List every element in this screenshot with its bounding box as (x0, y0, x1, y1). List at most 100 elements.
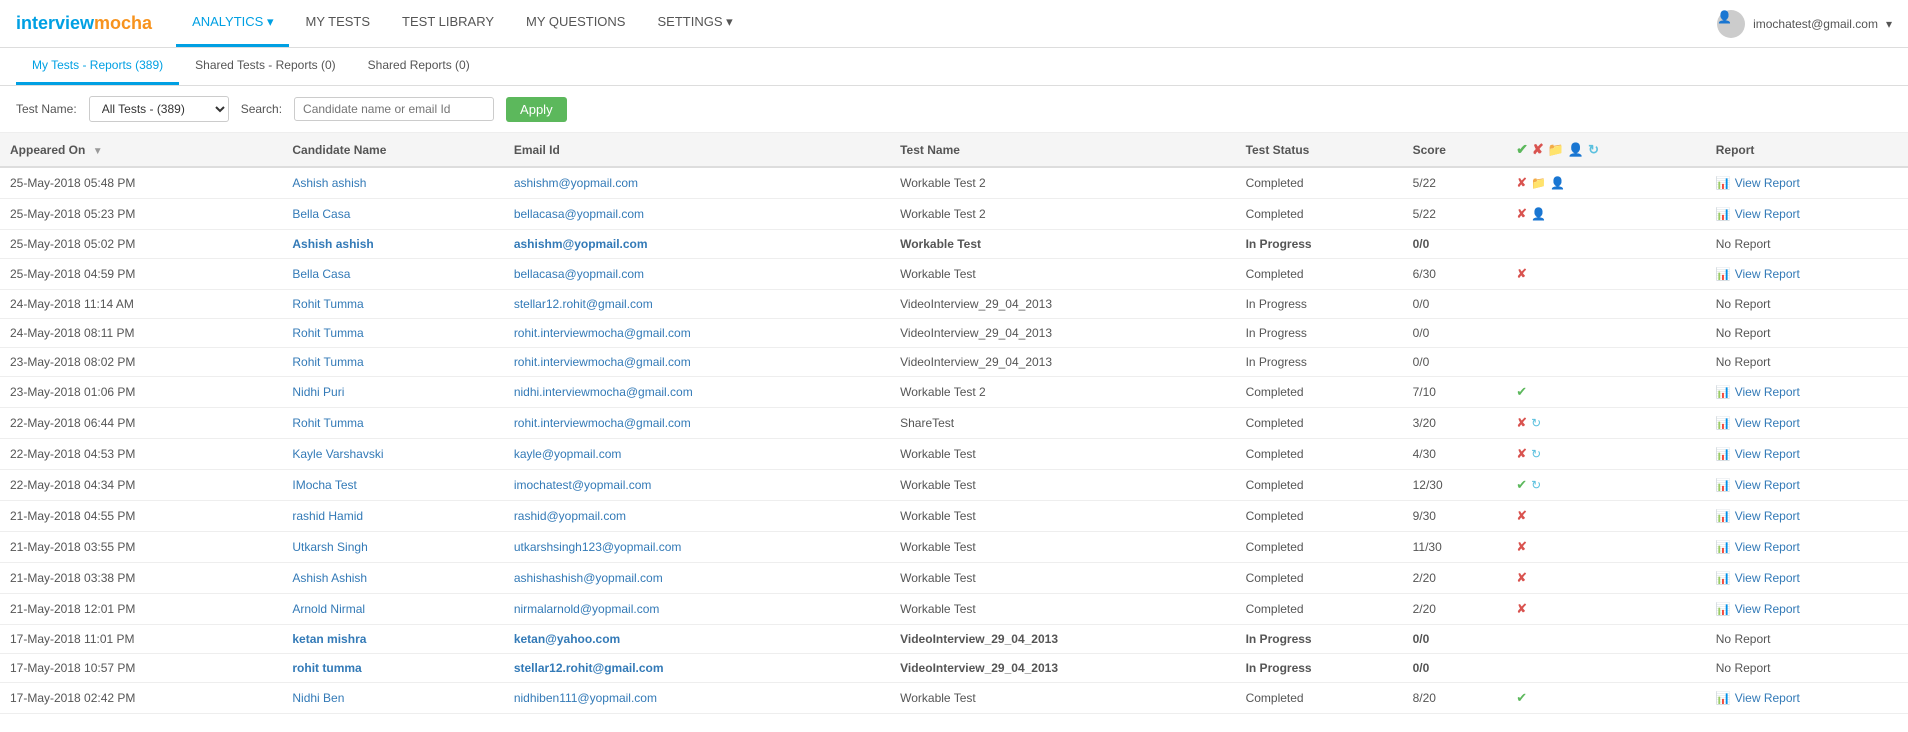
cell-candidate-name[interactable]: Ashish ashish (282, 230, 503, 259)
user-icon[interactable]: 👤 (1531, 207, 1546, 221)
view-report-link[interactable]: 📊 View Report (1716, 602, 1898, 616)
candidate-name-link[interactable]: Ashish ashish (292, 176, 366, 190)
cell-candidate-name[interactable]: rohit tumma (282, 654, 503, 683)
email-link[interactable]: rohit.interviewmocha@gmail.com (514, 326, 691, 340)
refresh-icon[interactable]: ↻ (1531, 447, 1541, 461)
candidate-name-link[interactable]: Nidhi Ben (292, 691, 344, 705)
x-icon[interactable]: ✘ (1516, 415, 1527, 431)
header-check-icon[interactable]: ✔ (1516, 141, 1528, 158)
view-report-link[interactable]: 📊 View Report (1716, 447, 1898, 461)
cell-candidate-name[interactable]: Arnold Nirmal (282, 594, 503, 625)
cell-report[interactable]: 📊 View Report (1706, 408, 1908, 439)
cell-candidate-name[interactable]: rashid Hamid (282, 501, 503, 532)
candidate-name-link[interactable]: IMocha Test (292, 478, 356, 492)
candidate-name-link[interactable]: ketan mishra (292, 632, 366, 646)
email-link[interactable]: ashishashish@yopmail.com (514, 571, 663, 585)
view-report-link[interactable]: 📊 View Report (1716, 207, 1898, 221)
candidate-name-link[interactable]: rohit tumma (292, 661, 361, 675)
email-link[interactable]: utkarshsingh123@yopmail.com (514, 540, 682, 554)
folder-icon[interactable]: 📁 (1531, 176, 1546, 190)
cell-candidate-name[interactable]: IMocha Test (282, 470, 503, 501)
header-user-icon[interactable]: 👤 (1568, 142, 1584, 158)
header-folder-icon[interactable]: 📁 (1548, 142, 1564, 158)
view-report-link[interactable]: 📊 View Report (1716, 385, 1898, 399)
email-link[interactable]: nirmalarnold@yopmail.com (514, 602, 660, 616)
refresh-icon[interactable]: ↻ (1531, 478, 1541, 492)
candidate-name-link[interactable]: Rohit Tumma (292, 416, 363, 430)
cell-report[interactable]: 📊 View Report (1706, 594, 1908, 625)
x-icon[interactable]: ✘ (1516, 175, 1527, 191)
cell-report[interactable]: 📊 View Report (1706, 377, 1908, 408)
nav-my-questions[interactable]: MY QUESTIONS (510, 0, 641, 47)
cell-report[interactable]: 📊 View Report (1706, 683, 1908, 714)
nav-settings[interactable]: SETTINGS ▾ (641, 0, 748, 47)
email-link[interactable]: stellar12.rohit@gmail.com (514, 661, 664, 675)
candidate-name-link[interactable]: Rohit Tumma (292, 297, 363, 311)
cell-report[interactable]: 📊 View Report (1706, 501, 1908, 532)
tab-shared-reports[interactable]: Shared Reports (0) (352, 48, 486, 85)
email-link[interactable]: rohit.interviewmocha@gmail.com (514, 416, 691, 430)
x-icon[interactable]: ✘ (1516, 601, 1527, 617)
view-report-link[interactable]: 📊 View Report (1716, 571, 1898, 585)
test-name-select[interactable]: All Tests - (389) (89, 96, 229, 122)
cell-report[interactable]: 📊 View Report (1706, 167, 1908, 199)
candidate-name-link[interactable]: Nidhi Puri (292, 385, 344, 399)
cell-candidate-name[interactable]: Nidhi Puri (282, 377, 503, 408)
header-refresh-icon[interactable]: ↻ (1588, 142, 1599, 158)
view-report-link[interactable]: 📊 View Report (1716, 478, 1898, 492)
view-report-link[interactable]: 📊 View Report (1716, 176, 1898, 190)
tab-shared-tests-reports[interactable]: Shared Tests - Reports (0) (179, 48, 352, 85)
cell-candidate-name[interactable]: Ashish Ashish (282, 563, 503, 594)
email-link[interactable]: bellacasa@yopmail.com (514, 267, 644, 281)
candidate-name-link[interactable]: Ashish ashish (292, 237, 373, 251)
email-link[interactable]: ashishm@yopmail.com (514, 176, 638, 190)
view-report-link[interactable]: 📊 View Report (1716, 540, 1898, 554)
nav-test-library[interactable]: TEST LIBRARY (386, 0, 510, 47)
cell-candidate-name[interactable]: Utkarsh Singh (282, 532, 503, 563)
nav-analytics[interactable]: ANALYTICS ▾ (176, 0, 289, 47)
cell-candidate-name[interactable]: ketan mishra (282, 625, 503, 654)
check-icon[interactable]: ✔ (1516, 690, 1527, 706)
view-report-link[interactable]: 📊 View Report (1716, 267, 1898, 281)
email-link[interactable]: ketan@yahoo.com (514, 632, 620, 646)
email-link[interactable]: kayle@yopmail.com (514, 447, 622, 461)
candidate-name-link[interactable]: Ashish Ashish (292, 571, 367, 585)
x-icon[interactable]: ✘ (1516, 508, 1527, 524)
col-appeared-on[interactable]: Appeared On ▼ (0, 133, 282, 167)
check-icon[interactable]: ✔ (1516, 477, 1527, 493)
nav-my-tests[interactable]: MY TESTS (289, 0, 386, 47)
check-icon[interactable]: ✔ (1516, 384, 1527, 400)
email-link[interactable]: nidhi.interviewmocha@gmail.com (514, 385, 693, 399)
cell-report[interactable]: 📊 View Report (1706, 470, 1908, 501)
candidate-name-link[interactable]: Bella Casa (292, 207, 350, 221)
cell-candidate-name[interactable]: Rohit Tumma (282, 290, 503, 319)
candidate-name-link[interactable]: Kayle Varshavski (292, 447, 383, 461)
candidate-name-link[interactable]: Bella Casa (292, 267, 350, 281)
candidate-name-link[interactable]: rashid Hamid (292, 509, 363, 523)
x-icon[interactable]: ✘ (1516, 570, 1527, 586)
x-icon[interactable]: ✘ (1516, 206, 1527, 222)
cell-report[interactable]: 📊 View Report (1706, 439, 1908, 470)
cell-report[interactable]: 📊 View Report (1706, 199, 1908, 230)
candidate-name-link[interactable]: Rohit Tumma (292, 326, 363, 340)
view-report-link[interactable]: 📊 View Report (1716, 509, 1898, 523)
email-link[interactable]: rohit.interviewmocha@gmail.com (514, 355, 691, 369)
refresh-icon[interactable]: ↻ (1531, 416, 1541, 430)
view-report-link[interactable]: 📊 View Report (1716, 691, 1898, 705)
cell-candidate-name[interactable]: Rohit Tumma (282, 408, 503, 439)
user-icon[interactable]: 👤 (1550, 176, 1565, 190)
header-x-icon[interactable]: ✘ (1532, 141, 1544, 158)
cell-candidate-name[interactable]: Ashish ashish (282, 167, 503, 199)
cell-report[interactable]: 📊 View Report (1706, 259, 1908, 290)
cell-candidate-name[interactable]: Nidhi Ben (282, 683, 503, 714)
email-link[interactable]: ashishm@yopmail.com (514, 237, 648, 251)
apply-button[interactable]: Apply (506, 97, 567, 122)
candidate-name-link[interactable]: Arnold Nirmal (292, 602, 365, 616)
email-link[interactable]: imochatest@yopmail.com (514, 478, 652, 492)
tab-my-tests-reports[interactable]: My Tests - Reports (389) (16, 48, 179, 85)
email-link[interactable]: rashid@yopmail.com (514, 509, 626, 523)
cell-candidate-name[interactable]: Rohit Tumma (282, 348, 503, 377)
view-report-link[interactable]: 📊 View Report (1716, 416, 1898, 430)
cell-report[interactable]: 📊 View Report (1706, 563, 1908, 594)
x-icon[interactable]: ✘ (1516, 446, 1527, 462)
